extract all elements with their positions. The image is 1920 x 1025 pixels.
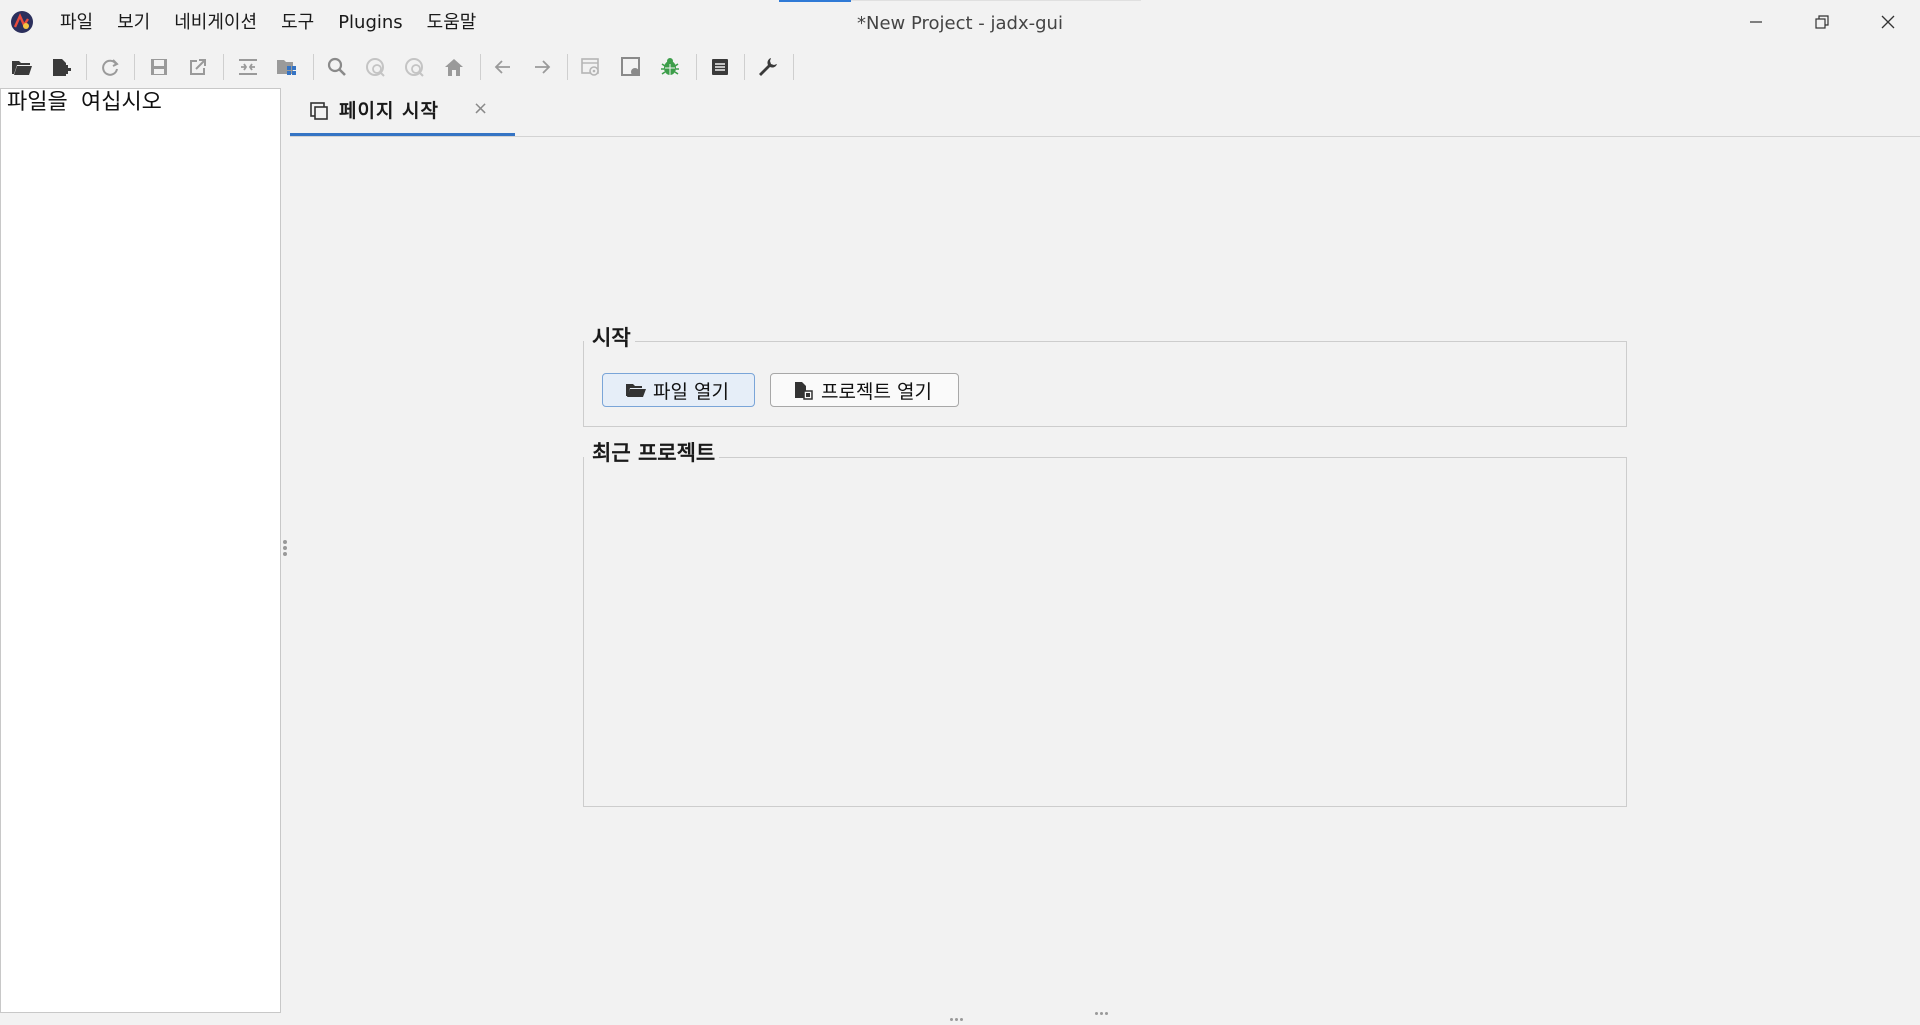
back-tool-button[interactable] [486,50,520,84]
export-icon [190,59,206,75]
preferences-tool-button[interactable] [751,50,785,84]
sync-tree-tool-button[interactable] [231,50,265,84]
flatten-packages-icon [277,60,296,75]
class-search-tool-button[interactable] [359,50,393,84]
log-viewer-icon [712,59,728,75]
title-divider-line [851,0,1141,1]
export-tool-button[interactable] [181,50,215,84]
recent-projects-group [583,457,1627,807]
minimize-icon [1750,21,1762,23]
back-arrow-icon [494,60,510,74]
menu-help[interactable]: 도움말 [415,0,489,46]
open-project-button[interactable]: 프로젝트 열기 [770,373,959,407]
restore-icon [1815,15,1829,29]
menu-bar: 파일 보기 네비게이션 도구 Plugins 도움말 [48,0,488,46]
debugger-bug-icon [661,58,679,75]
home-tool-button[interactable] [437,50,471,84]
deobfuscation-icon [581,58,599,76]
toolbar-separator [567,54,568,80]
resize-handle[interactable] [1094,1000,1109,1019]
add-files-tool-button[interactable] [44,50,78,84]
quark-icon [621,57,640,76]
menu-view[interactable]: 보기 [105,0,162,46]
usage-search-icon [405,58,424,77]
project-file-icon [795,382,813,400]
menu-tools[interactable]: 도구 [269,0,326,46]
open-folder-icon [12,61,32,75]
jadx-logo-icon [10,10,34,34]
close-icon [1881,15,1895,29]
minimize-button[interactable] [1723,0,1789,44]
title-bar: 파일 보기 네비게이션 도구 Plugins 도움말 *New Project … [0,0,1920,46]
project-tree-panel[interactable]: 파일을 여십시오 [0,88,281,1013]
open-file-button[interactable]: 파일 열기 [602,373,755,407]
open-file-tool-button[interactable] [5,50,39,84]
close-window-button[interactable] [1855,0,1920,44]
save-all-icon [151,59,167,75]
tab-bar: 페이지 시작 × [290,88,1920,137]
debugger-tool-button[interactable] [653,50,687,84]
toolbar-separator [793,54,794,80]
start-page-icon [310,102,328,120]
toolbar-separator [134,54,135,80]
open-project-button-label: 프로젝트 열기 [821,380,932,403]
toolbar-separator [480,54,481,80]
usage-search-tool-button[interactable] [398,50,432,84]
quark-tool-button[interactable] [614,50,648,84]
add-files-icon [53,59,71,76]
recent-projects-title: 최근 프로젝트 [584,440,720,466]
menu-plugins[interactable]: Plugins [326,0,414,46]
toolbar-separator [313,54,314,80]
split-pane-divider[interactable] [283,538,289,564]
forward-arrow-icon [535,60,551,74]
toolbar-separator [223,54,224,80]
resize-handle[interactable] [949,1006,964,1025]
title-accent-line [779,0,851,2]
home-icon [445,59,463,76]
toolbar-separator [744,54,745,80]
menu-navigation[interactable]: 네비게이션 [162,0,269,46]
start-group-title: 시작 [584,325,635,351]
log-viewer-tool-button[interactable] [703,50,737,84]
reload-tool-button[interactable] [93,50,127,84]
flatten-packages-tool-button[interactable] [270,50,304,84]
toolbar [0,46,1920,88]
text-search-icon [327,57,346,76]
save-all-tool-button[interactable] [142,50,176,84]
forward-tool-button[interactable] [525,50,559,84]
tab-start-page[interactable]: 페이지 시작 × [290,88,515,136]
wrench-icon [759,58,777,76]
reload-icon [102,59,119,76]
class-search-icon [366,58,385,77]
menu-file[interactable]: 파일 [48,0,105,46]
toolbar-separator [696,54,697,80]
sync-tree-icon [239,59,257,75]
open-file-hint: 파일을 여십시오 [7,90,162,115]
deobfuscation-tool-button[interactable] [574,50,608,84]
open-folder-icon [626,384,646,397]
tab-label: 페이지 시작 [339,100,440,122]
toolbar-separator [86,54,87,80]
text-search-tool-button[interactable] [320,50,354,84]
tab-close-icon[interactable]: × [473,98,488,119]
open-file-button-label: 파일 열기 [653,380,729,403]
restore-button[interactable] [1789,0,1855,44]
